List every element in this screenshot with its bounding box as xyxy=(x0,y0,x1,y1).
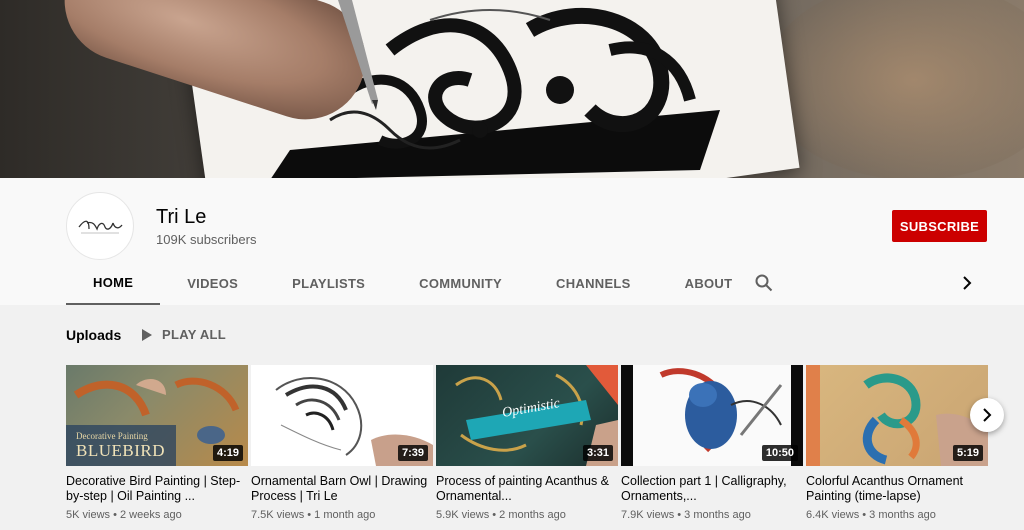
video-meta: 5K views • 2 weeks ago xyxy=(66,509,182,521)
play-all-label: PLAY ALL xyxy=(162,327,227,342)
banner-blur xyxy=(764,0,1024,178)
video-meta: 7.9K views • 3 months ago xyxy=(621,509,751,521)
video-thumbnail[interactable]: 7:39 xyxy=(251,365,433,466)
subscribe-button[interactable]: SUBSCRIBE xyxy=(892,210,987,242)
channel-banner xyxy=(0,0,1024,178)
video-title[interactable]: Decorative Bird Painting | Step-by-step … xyxy=(66,474,248,504)
video-age: 3 months ago xyxy=(869,509,936,521)
video-duration: 4:19 xyxy=(212,445,243,461)
pen-icon xyxy=(338,0,378,110)
video-age: 2 weeks ago xyxy=(120,509,182,521)
search-icon[interactable] xyxy=(755,274,773,292)
tab-channels[interactable]: CHANNELS xyxy=(529,262,658,305)
video-duration: 7:39 xyxy=(397,445,428,461)
video-views: 5K views xyxy=(66,509,111,521)
video-meta: 7.5K views • 1 month ago xyxy=(251,509,376,521)
video-views: 6.4K views xyxy=(806,509,860,521)
video-card[interactable]: Decorative Painting BLUEBIRD 4:19 Decora… xyxy=(66,365,248,521)
video-thumbnail[interactable]: 5:19 xyxy=(806,365,988,466)
play-icon xyxy=(142,328,152,341)
thumb-caption-small: Decorative Painting xyxy=(76,431,148,441)
channel-header: Tri Le 109K subscribers SUBSCRIBE HOME V… xyxy=(0,178,1024,305)
channel-avatar[interactable] xyxy=(66,192,134,260)
chevron-right-icon xyxy=(983,408,992,422)
video-meta: 5.9K views • 2 months ago xyxy=(436,509,566,521)
tab-playlists[interactable]: PLAYLISTS xyxy=(265,262,392,305)
video-card[interactable]: Optimistic 3:31 Process of painting Acan… xyxy=(436,365,618,521)
video-title[interactable]: Collection part 1 | Calligraphy, Ornamen… xyxy=(621,474,803,504)
subscriber-count: 109K subscribers xyxy=(156,232,257,247)
chevron-right-icon[interactable] xyxy=(958,274,976,292)
tab-home[interactable]: HOME xyxy=(66,262,161,305)
video-views: 5.9K views xyxy=(436,509,490,521)
video-title[interactable]: Ornamental Barn Owl | Drawing Process | … xyxy=(251,474,433,504)
tab-videos[interactable]: VIDEOS xyxy=(160,262,265,305)
video-thumbnail[interactable]: Optimistic 3:31 xyxy=(436,365,618,466)
tab-about[interactable]: ABOUT xyxy=(658,262,760,305)
video-title[interactable]: Colorful Acanthus Ornament Painting (tim… xyxy=(806,474,988,504)
video-age: 2 months ago xyxy=(499,509,566,521)
video-thumbnail[interactable]: 10:50 xyxy=(621,365,803,466)
video-views: 7.9K views xyxy=(621,509,675,521)
video-meta: 6.4K views • 3 months ago xyxy=(806,509,936,521)
signature-logo-icon xyxy=(78,220,123,234)
video-age: 1 month ago xyxy=(314,509,376,521)
carousel-next-button[interactable] xyxy=(970,398,1004,432)
uploads-list: Decorative Painting BLUEBIRD 4:19 Decora… xyxy=(66,365,988,521)
play-all-button[interactable]: PLAY ALL xyxy=(142,327,226,342)
video-age: 3 months ago xyxy=(684,509,751,521)
video-duration: 5:19 xyxy=(952,445,983,461)
video-duration: 3:31 xyxy=(582,445,613,461)
video-title[interactable]: Process of painting Acanthus & Ornamenta… xyxy=(436,474,618,504)
video-card[interactable]: 5:19 Colorful Acanthus Ornament Painting… xyxy=(806,365,988,521)
thumb-caption-large: BLUEBIRD xyxy=(76,441,165,460)
video-views: 7.5K views xyxy=(251,509,305,521)
video-thumbnail[interactable]: Decorative Painting BLUEBIRD 4:19 xyxy=(66,365,248,466)
channel-tabs: HOME VIDEOS PLAYLISTS COMMUNITY CHANNELS… xyxy=(66,262,759,305)
tab-community[interactable]: COMMUNITY xyxy=(392,262,529,305)
uploads-title[interactable]: Uploads xyxy=(66,327,121,343)
video-duration: 10:50 xyxy=(761,445,798,461)
channel-name: Tri Le xyxy=(156,206,207,228)
video-card[interactable]: 7:39 Ornamental Barn Owl | Drawing Proce… xyxy=(251,365,433,521)
video-card[interactable]: 10:50 Collection part 1 | Calligraphy, O… xyxy=(621,365,803,521)
